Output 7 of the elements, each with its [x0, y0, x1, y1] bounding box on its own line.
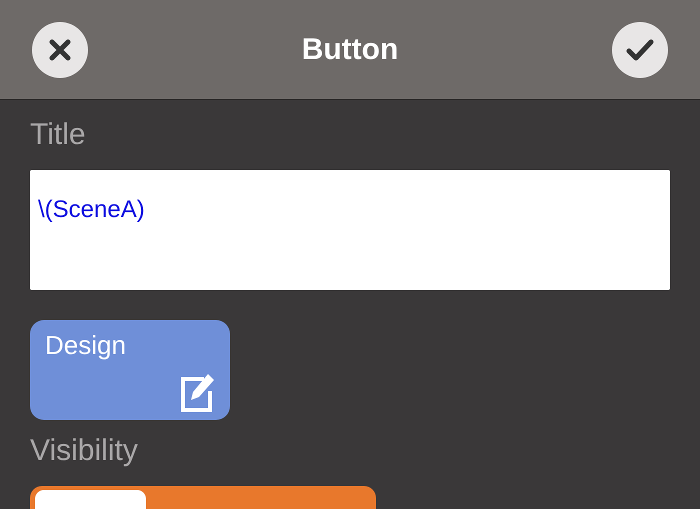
close-icon [49, 38, 71, 60]
checkmark-icon [626, 38, 654, 60]
dialog-title: Button [302, 32, 398, 66]
field-label: Title [30, 118, 87, 152]
edit-icon [180, 373, 216, 413]
title-field[interactable]: \(SceneA) [30, 170, 670, 290]
field-label: Visibility [30, 434, 139, 468]
